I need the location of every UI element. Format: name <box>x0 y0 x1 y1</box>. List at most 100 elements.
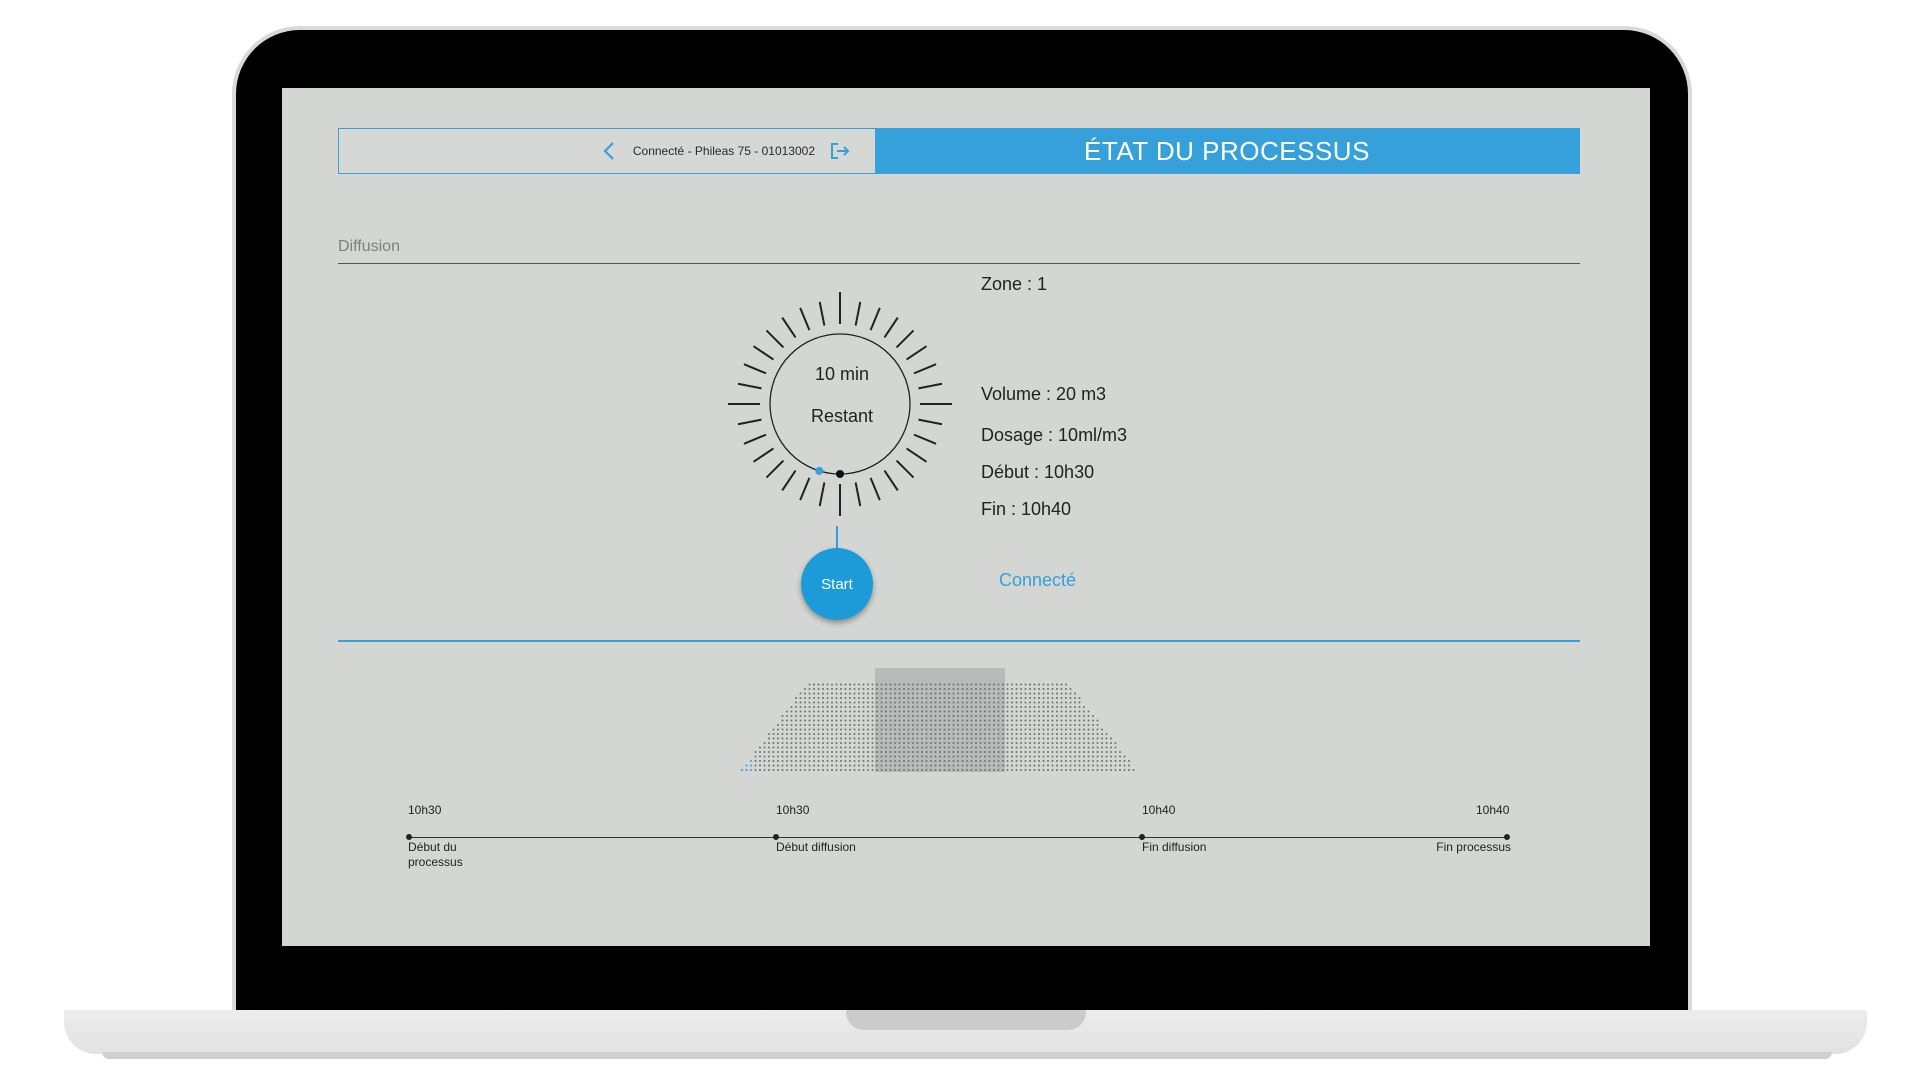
chart-dot <box>916 710 919 713</box>
chevron-left-icon[interactable] <box>599 141 619 161</box>
chart-dot <box>772 751 775 753</box>
chart-dot <box>1056 728 1058 731</box>
chart-dot <box>1002 697 1004 699</box>
chart-dot <box>925 688 928 690</box>
chart-dot <box>970 710 973 713</box>
chart-dot <box>984 706 986 708</box>
chart-dot <box>871 701 874 704</box>
chart-dot <box>952 710 955 713</box>
chart-dot <box>988 692 991 695</box>
chart-dot <box>790 719 793 722</box>
chart-dot <box>948 760 950 762</box>
chart-dot <box>903 710 905 713</box>
chart-dot <box>772 737 775 740</box>
chart-dot <box>1038 706 1040 708</box>
chart-dot <box>1069 701 1072 704</box>
chart-dot <box>1083 728 1085 731</box>
chart-dot <box>916 692 919 695</box>
timeline-caption: Début diffusion <box>776 840 856 854</box>
chart-dot <box>835 764 838 767</box>
chart-dot <box>943 715 946 717</box>
chart-dot <box>925 697 928 699</box>
chart-dot <box>993 710 995 713</box>
chart-dot <box>939 755 941 758</box>
chart-dot <box>1024 733 1027 735</box>
chart-dot <box>826 728 829 731</box>
logout-icon[interactable] <box>829 140 851 162</box>
section-label: Diffusion <box>338 238 400 255</box>
chart-dot <box>1033 715 1036 717</box>
chart-dot <box>1011 692 1013 695</box>
chart-dot <box>1105 746 1108 749</box>
chart-dot <box>1056 742 1058 744</box>
chart-dot <box>867 764 869 767</box>
chart-dot <box>903 697 905 699</box>
chart-dot <box>957 737 959 740</box>
process-timeline: 10h30 Début du processus 10h30 Début dif… <box>282 803 1650 923</box>
chart-dot <box>844 706 847 708</box>
chart-dot <box>898 724 901 726</box>
chart-dot <box>1074 692 1076 695</box>
chart-dot <box>1002 719 1004 722</box>
chart-dot <box>903 742 905 744</box>
chart-dot <box>903 715 905 717</box>
chart-dot <box>1024 701 1027 704</box>
chart-dot <box>903 692 905 695</box>
chart-dot <box>1065 728 1067 731</box>
chart-dot <box>1020 706 1022 708</box>
chart-dot <box>781 737 784 740</box>
chart-dot <box>813 719 815 722</box>
chart-dot <box>903 760 905 762</box>
chart-dot <box>1065 746 1067 749</box>
chart-dot <box>862 701 865 704</box>
chart-dot <box>898 688 901 690</box>
chart-dot <box>921 724 923 726</box>
chart-dot <box>844 701 847 704</box>
chart-dot <box>1069 769 1072 771</box>
chart-dot <box>1096 742 1099 744</box>
chart-dot <box>930 764 932 767</box>
chart-dot <box>1069 733 1072 735</box>
chart-dot <box>831 724 833 726</box>
chart-dot <box>1038 760 1040 762</box>
chart-dot <box>1020 697 1022 699</box>
chart-dot <box>961 728 964 731</box>
chart-dot <box>1074 733 1076 735</box>
chart-dot <box>840 769 842 771</box>
chart-dot <box>826 760 829 762</box>
chart-dot <box>1033 760 1036 762</box>
chart-dot <box>1042 706 1045 708</box>
chart-dot <box>961 706 964 708</box>
chart-dot <box>831 688 833 690</box>
chart-dot <box>1092 764 1094 767</box>
chart-dot <box>754 764 757 767</box>
connection-status[interactable]: Connecté <box>999 570 1076 591</box>
dial-tick <box>752 345 775 361</box>
chart-dot <box>894 769 896 771</box>
chart-dot <box>1087 751 1090 753</box>
chart-dot <box>853 719 856 722</box>
chart-dot <box>1060 692 1063 695</box>
chart-dot <box>817 746 820 749</box>
chart-dot <box>1096 755 1099 758</box>
chart-dot <box>898 683 901 686</box>
start-button[interactable]: Start <box>801 548 873 620</box>
chart-dot <box>840 692 842 695</box>
chart-dot <box>768 751 770 753</box>
chart-dot <box>1006 697 1009 699</box>
chart-dot <box>970 728 973 731</box>
chart-dot <box>790 710 793 713</box>
chart-dot <box>1065 760 1067 762</box>
chart-dot <box>939 769 941 771</box>
chart-dot <box>1051 701 1054 704</box>
chart-dot <box>799 715 802 717</box>
chart-dot <box>979 728 982 731</box>
chart-dot <box>804 746 806 749</box>
chart-dot <box>898 755 901 758</box>
chart-dot <box>1029 683 1031 686</box>
chart-dot <box>826 697 829 699</box>
chart-dot <box>1029 715 1031 717</box>
chart-dot <box>939 764 941 767</box>
chart-dot <box>943 728 946 731</box>
chart-dot <box>840 751 842 753</box>
